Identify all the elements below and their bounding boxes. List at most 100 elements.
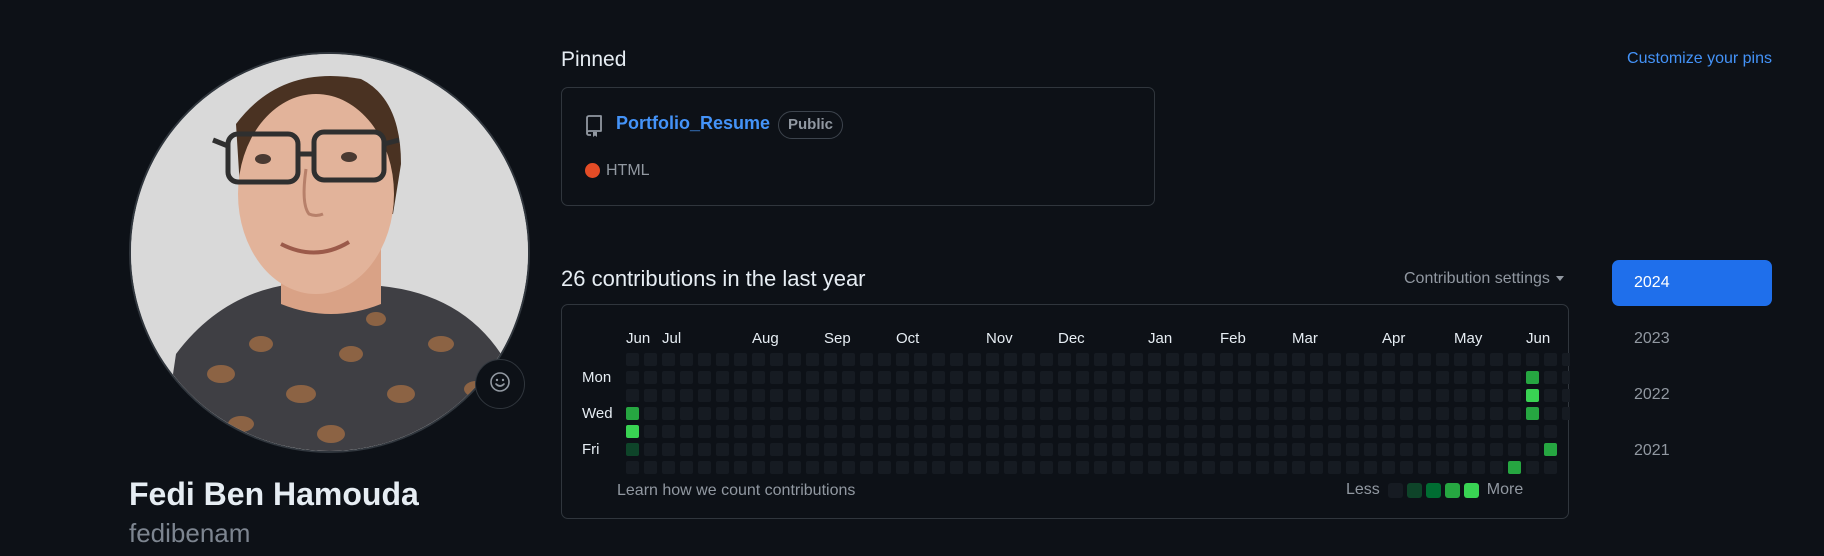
contribution-day-cell[interactable] <box>1562 353 1570 366</box>
contribution-day-cell[interactable] <box>806 407 819 420</box>
contribution-day-cell[interactable] <box>1256 407 1269 420</box>
contribution-day-cell[interactable] <box>1508 425 1521 438</box>
contribution-day-cell[interactable] <box>1202 371 1215 384</box>
contribution-day-cell[interactable] <box>644 371 657 384</box>
contribution-day-cell[interactable] <box>932 443 945 456</box>
contribution-day-cell[interactable] <box>986 389 999 402</box>
contribution-day-cell[interactable] <box>1166 407 1179 420</box>
contribution-day-cell[interactable] <box>1220 425 1233 438</box>
contribution-day-cell[interactable] <box>932 389 945 402</box>
contribution-day-cell[interactable] <box>626 425 639 438</box>
contribution-day-cell[interactable] <box>950 407 963 420</box>
contribution-day-cell[interactable] <box>842 389 855 402</box>
contribution-day-cell[interactable] <box>662 371 675 384</box>
contribution-day-cell[interactable] <box>788 461 801 474</box>
contribution-day-cell[interactable] <box>752 443 765 456</box>
contribution-day-cell[interactable] <box>770 407 783 420</box>
contribution-day-cell[interactable] <box>1058 407 1071 420</box>
contribution-day-cell[interactable] <box>1040 407 1053 420</box>
contribution-day-cell[interactable] <box>842 461 855 474</box>
contribution-day-cell[interactable] <box>1418 389 1431 402</box>
contribution-day-cell[interactable] <box>1094 461 1107 474</box>
repo-name-link[interactable]: Portfolio_Resume <box>616 113 770 134</box>
contribution-day-cell[interactable] <box>842 443 855 456</box>
contribution-day-cell[interactable] <box>1418 371 1431 384</box>
contribution-day-cell[interactable] <box>950 353 963 366</box>
contribution-day-cell[interactable] <box>1346 389 1359 402</box>
contribution-day-cell[interactable] <box>644 407 657 420</box>
contribution-day-cell[interactable] <box>1508 407 1521 420</box>
contribution-day-cell[interactable] <box>1166 425 1179 438</box>
contribution-day-cell[interactable] <box>698 353 711 366</box>
contribution-day-cell[interactable] <box>1490 443 1503 456</box>
contribution-day-cell[interactable] <box>1310 443 1323 456</box>
contribution-day-cell[interactable] <box>1418 461 1431 474</box>
contribution-day-cell[interactable] <box>1544 353 1557 366</box>
contribution-day-cell[interactable] <box>1400 425 1413 438</box>
contribution-day-cell[interactable] <box>1004 425 1017 438</box>
contribution-day-cell[interactable] <box>1436 443 1449 456</box>
contribution-day-cell[interactable] <box>716 407 729 420</box>
contribution-day-cell[interactable] <box>1526 389 1539 402</box>
contribution-day-cell[interactable] <box>1148 371 1161 384</box>
contribution-day-cell[interactable] <box>1418 407 1431 420</box>
contribution-day-cell[interactable] <box>1544 407 1557 420</box>
contribution-day-cell[interactable] <box>1292 425 1305 438</box>
contribution-day-cell[interactable] <box>824 461 837 474</box>
contribution-day-cell[interactable] <box>1058 443 1071 456</box>
contribution-day-cell[interactable] <box>1490 425 1503 438</box>
contribution-day-cell[interactable] <box>1274 353 1287 366</box>
contribution-day-cell[interactable] <box>1130 353 1143 366</box>
contribution-day-cell[interactable] <box>752 425 765 438</box>
contribution-day-cell[interactable] <box>698 389 711 402</box>
contribution-day-cell[interactable] <box>1166 461 1179 474</box>
contribution-day-cell[interactable] <box>662 425 675 438</box>
contribution-day-cell[interactable] <box>896 371 909 384</box>
contribution-day-cell[interactable] <box>626 443 639 456</box>
contribution-day-cell[interactable] <box>1022 461 1035 474</box>
contribution-day-cell[interactable] <box>986 371 999 384</box>
contribution-day-cell[interactable] <box>1040 425 1053 438</box>
contribution-day-cell[interactable] <box>1004 407 1017 420</box>
contribution-day-cell[interactable] <box>824 353 837 366</box>
contribution-day-cell[interactable] <box>1346 371 1359 384</box>
contribution-day-cell[interactable] <box>914 371 927 384</box>
contribution-day-cell[interactable] <box>1220 353 1233 366</box>
contribution-day-cell[interactable] <box>1436 371 1449 384</box>
contribution-day-cell[interactable] <box>1346 443 1359 456</box>
contribution-day-cell[interactable] <box>914 443 927 456</box>
contribution-day-cell[interactable] <box>1436 461 1449 474</box>
contribution-day-cell[interactable] <box>1508 443 1521 456</box>
contribution-day-cell[interactable] <box>1220 371 1233 384</box>
contribution-day-cell[interactable] <box>986 425 999 438</box>
contribution-day-cell[interactable] <box>1508 371 1521 384</box>
contribution-day-cell[interactable] <box>1472 353 1485 366</box>
contribution-day-cell[interactable] <box>1094 353 1107 366</box>
contribution-day-cell[interactable] <box>734 389 747 402</box>
contribution-day-cell[interactable] <box>950 461 963 474</box>
contribution-day-cell[interactable] <box>842 407 855 420</box>
contribution-day-cell[interactable] <box>1490 353 1503 366</box>
contribution-day-cell[interactable] <box>1274 389 1287 402</box>
contribution-day-cell[interactable] <box>1058 425 1071 438</box>
contribution-day-cell[interactable] <box>1076 407 1089 420</box>
contribution-day-cell[interactable] <box>878 389 891 402</box>
contribution-day-cell[interactable] <box>752 371 765 384</box>
contribution-day-cell[interactable] <box>1400 443 1413 456</box>
contribution-day-cell[interactable] <box>1166 443 1179 456</box>
contribution-day-cell[interactable] <box>1058 389 1071 402</box>
contribution-day-cell[interactable] <box>932 407 945 420</box>
contribution-day-cell[interactable] <box>806 443 819 456</box>
contribution-day-cell[interactable] <box>1490 407 1503 420</box>
contribution-day-cell[interactable] <box>1130 407 1143 420</box>
contribution-day-cell[interactable] <box>680 371 693 384</box>
contribution-day-cell[interactable] <box>896 389 909 402</box>
contribution-day-cell[interactable] <box>1238 407 1251 420</box>
contribution-day-cell[interactable] <box>860 425 873 438</box>
contribution-day-cell[interactable] <box>626 389 639 402</box>
contribution-day-cell[interactable] <box>878 425 891 438</box>
contribution-day-cell[interactable] <box>1022 443 1035 456</box>
contribution-day-cell[interactable] <box>1094 407 1107 420</box>
contribution-day-cell[interactable] <box>914 353 927 366</box>
contribution-day-cell[interactable] <box>1526 461 1539 474</box>
